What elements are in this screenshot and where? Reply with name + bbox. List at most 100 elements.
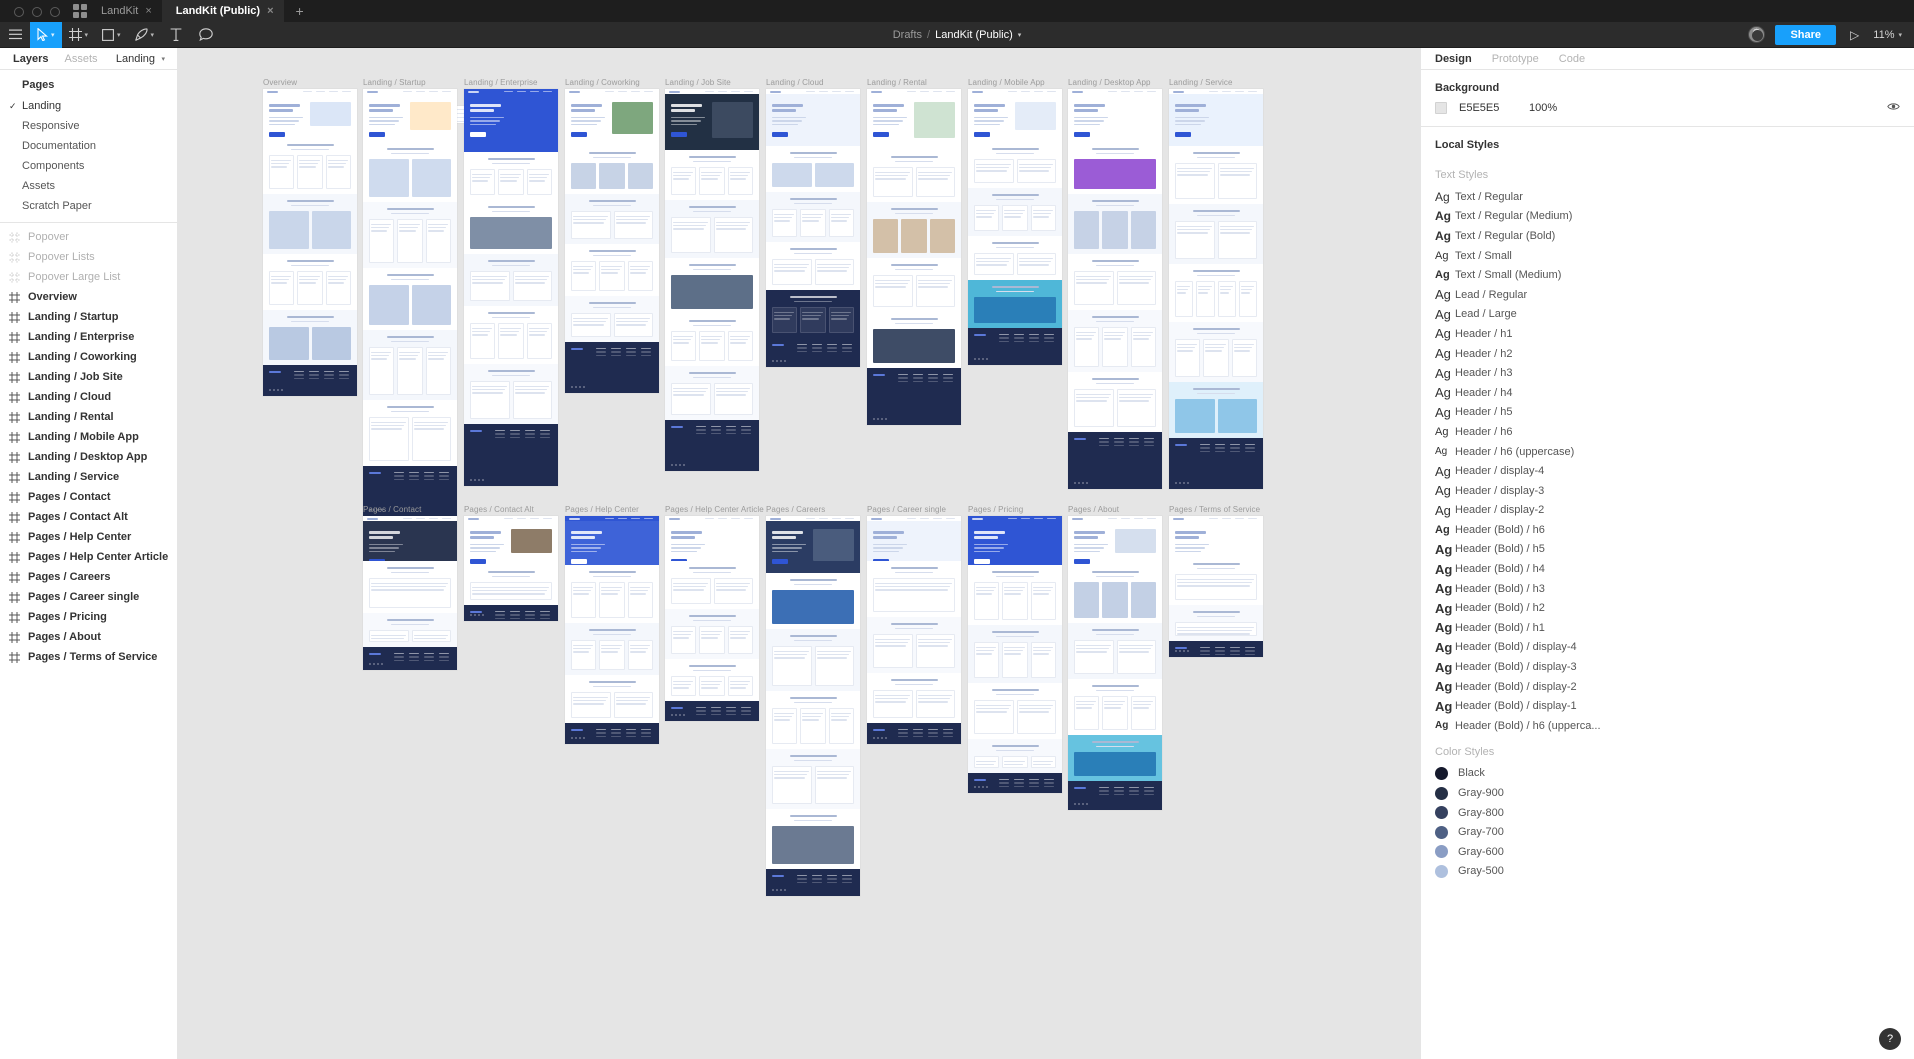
close-window-button[interactable] — [14, 7, 24, 17]
artboard[interactable] — [665, 89, 759, 471]
layer-item-landing-coworking[interactable]: Landing / Coworking — [0, 347, 177, 367]
layer-item-pages-help-center[interactable]: Pages / Help Center — [0, 527, 177, 547]
text-style-row[interactable]: Ag Header (Bold) / h3 — [1421, 579, 1914, 599]
color-style-row[interactable]: Gray-800 — [1421, 803, 1914, 823]
artboard[interactable] — [263, 89, 357, 396]
text-style-row[interactable]: Ag Text / Regular (Medium) — [1421, 207, 1914, 227]
artboard[interactable] — [968, 89, 1062, 365]
text-style-row[interactable]: Ag Text / Regular — [1421, 187, 1914, 207]
page-item-scratch-paper[interactable]: Scratch Paper — [0, 196, 177, 216]
text-style-row[interactable]: Ag Header (Bold) / h6 — [1421, 520, 1914, 540]
layer-item-popover-large-list[interactable]: Popover Large List — [0, 267, 177, 287]
text-style-row[interactable]: Ag Text / Regular (Bold) — [1421, 226, 1914, 246]
breadcrumb-file[interactable]: LandKit (Public) — [935, 29, 1013, 41]
text-style-row[interactable]: Ag Header (Bold) / h5 — [1421, 540, 1914, 560]
chevron-down-icon[interactable]: ▾ — [1018, 31, 1022, 39]
minimize-window-button[interactable] — [32, 7, 42, 17]
chevron-down-icon[interactable]: ▾ — [85, 31, 89, 39]
color-style-row[interactable]: Gray-600 — [1421, 842, 1914, 862]
text-style-row[interactable]: Ag Header (Bold) / h6 (upperca... — [1421, 716, 1914, 736]
layer-item-pages-help-center-article[interactable]: Pages / Help Center Article — [0, 547, 177, 567]
frame-tool-button[interactable]: ▾ — [62, 22, 96, 48]
text-style-row[interactable]: Ag Text / Small (Medium) — [1421, 265, 1914, 285]
artboard[interactable] — [766, 516, 860, 896]
text-style-row[interactable]: Ag Header / h6 — [1421, 422, 1914, 442]
artboard[interactable] — [1169, 89, 1263, 489]
text-style-row[interactable]: Ag Header / h1 — [1421, 324, 1914, 344]
layer-item-pages-about[interactable]: Pages / About — [0, 627, 177, 647]
artboard[interactable] — [363, 516, 457, 670]
artboard[interactable] — [1068, 89, 1162, 489]
text-style-row[interactable]: Ag Header / display-2 — [1421, 501, 1914, 521]
artboard[interactable] — [464, 89, 558, 486]
avatar[interactable] — [1748, 26, 1766, 43]
design-canvas[interactable]: Overview Landing / Startup Landing / Enter… — [178, 48, 1420, 1059]
breadcrumb-project[interactable]: Drafts — [893, 29, 922, 41]
file-tab-landkit-public[interactable]: LandKit (Public) × — [161, 0, 284, 22]
text-style-row[interactable]: Ag Header (Bold) / display-2 — [1421, 677, 1914, 697]
main-menu-button[interactable] — [0, 22, 30, 48]
text-style-row[interactable]: Ag Header / h3 — [1421, 363, 1914, 383]
page-item-assets[interactable]: Assets — [0, 176, 177, 196]
files-grid-icon[interactable] — [73, 4, 87, 18]
layer-item-pages-contact[interactable]: Pages / Contact — [0, 487, 177, 507]
color-style-row[interactable]: Gray-700 — [1421, 822, 1914, 842]
artboard[interactable] — [565, 89, 659, 393]
eye-icon[interactable] — [1887, 102, 1900, 114]
layer-item-popover-lists[interactable]: Popover Lists — [0, 247, 177, 267]
chevron-down-icon[interactable]: ▾ — [117, 31, 121, 39]
maximize-window-button[interactable] — [50, 7, 60, 17]
artboard[interactable] — [565, 516, 659, 744]
page-item-responsive[interactable]: Responsive — [0, 116, 177, 136]
artboard[interactable] — [1068, 516, 1162, 810]
artboard[interactable] — [968, 516, 1062, 793]
move-tool-button[interactable]: ▾ — [30, 21, 62, 48]
comment-tool-button[interactable] — [191, 22, 221, 48]
text-style-row[interactable]: Ag Lead / Large — [1421, 305, 1914, 325]
text-style-row[interactable]: Ag Text / Small — [1421, 246, 1914, 266]
share-button[interactable]: Share — [1775, 24, 1837, 45]
layer-item-popover[interactable]: Popover — [0, 227, 177, 247]
chevron-down-icon[interactable]: ▾ — [1898, 31, 1902, 39]
tab-code[interactable]: Code — [1559, 53, 1585, 65]
artboard[interactable] — [665, 516, 759, 721]
layer-item-landing-service[interactable]: Landing / Service — [0, 467, 177, 487]
artboard[interactable] — [867, 89, 961, 425]
page-item-documentation[interactable]: Documentation — [0, 136, 177, 156]
chevron-down-icon[interactable]: ▾ — [151, 31, 155, 39]
close-icon[interactable]: × — [145, 5, 151, 17]
layer-item-landing-job-site[interactable]: Landing / Job Site — [0, 367, 177, 387]
text-style-row[interactable]: Ag Lead / Regular — [1421, 285, 1914, 305]
tab-layers[interactable]: Layers — [13, 53, 48, 65]
artboard[interactable] — [766, 89, 860, 367]
close-icon[interactable]: × — [267, 5, 273, 17]
present-icon[interactable]: ▷ — [1846, 28, 1863, 42]
pen-tool-button[interactable]: ▾ — [128, 22, 162, 48]
layer-item-landing-startup[interactable]: Landing / Startup — [0, 307, 177, 327]
color-style-row[interactable]: Gray-500 — [1421, 862, 1914, 882]
page-item-landing[interactable]: ✓ Landing — [0, 96, 177, 116]
background-opacity-field[interactable]: 100% — [1529, 102, 1557, 114]
text-style-row[interactable]: Ag Header / h6 (uppercase) — [1421, 442, 1914, 462]
page-item-components[interactable]: Components — [0, 156, 177, 176]
layer-item-overview[interactable]: Overview — [0, 287, 177, 307]
text-style-row[interactable]: Ag Header / h4 — [1421, 383, 1914, 403]
text-style-row[interactable]: Ag Header (Bold) / display-4 — [1421, 638, 1914, 658]
color-style-row[interactable]: Black — [1421, 764, 1914, 784]
layer-item-landing-enterprise[interactable]: Landing / Enterprise — [0, 327, 177, 347]
file-tab-landkit[interactable]: LandKit × — [87, 0, 162, 22]
current-page-label[interactable]: Landing — [116, 53, 155, 65]
layer-item-pages-terms-of-service[interactable]: Pages / Terms of Service — [0, 647, 177, 667]
text-style-row[interactable]: Ag Header (Bold) / display-3 — [1421, 657, 1914, 677]
text-style-row[interactable]: Ag Header / display-3 — [1421, 481, 1914, 501]
layer-item-landing-rental[interactable]: Landing / Rental — [0, 407, 177, 427]
tab-design[interactable]: Design — [1435, 53, 1472, 65]
layer-item-pages-contact-alt[interactable]: Pages / Contact Alt — [0, 507, 177, 527]
artboard[interactable] — [464, 516, 558, 621]
background-fill-row[interactable]: E5E5E5 100% — [1421, 102, 1914, 126]
text-style-row[interactable]: Ag Header (Bold) / h1 — [1421, 618, 1914, 638]
zoom-control[interactable]: 11% ▾ — [1873, 29, 1902, 41]
artboard[interactable] — [1169, 516, 1263, 657]
artboard[interactable] — [867, 516, 961, 744]
color-style-row[interactable]: Gray-900 — [1421, 783, 1914, 803]
